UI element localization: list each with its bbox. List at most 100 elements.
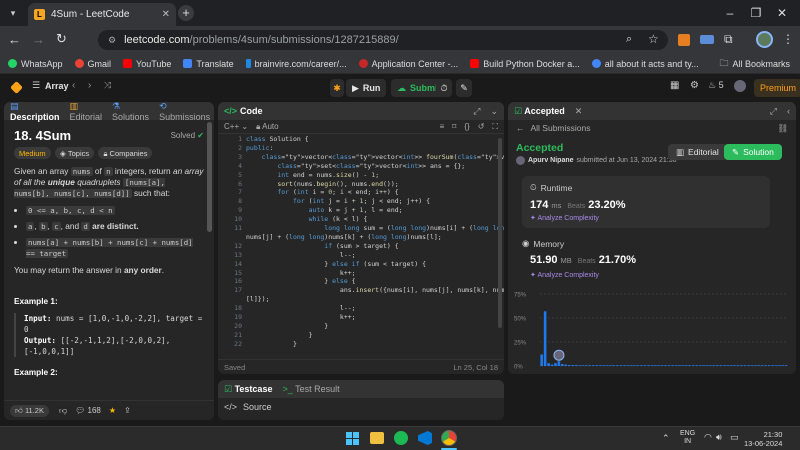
file-explorer-icon[interactable] [370, 432, 384, 444]
forward-icon[interactable]: → [32, 32, 45, 47]
distribution-bar[interactable] [623, 365, 626, 366]
link-icon[interactable]: ⛓ [777, 123, 788, 134]
dislike-icon[interactable]: 👎︎ [59, 406, 67, 416]
tab-description[interactable]: ▤ Description [10, 102, 60, 122]
chrome-icon[interactable] [441, 430, 457, 446]
distribution-bar[interactable] [719, 365, 723, 366]
format-icon[interactable]: ≡ [440, 122, 445, 131]
share-icon[interactable]: ⇪ [124, 406, 131, 415]
close-window-icon[interactable]: ✕ [774, 5, 790, 21]
distribution-bar[interactable] [722, 365, 726, 366]
distribution-bar[interactable] [781, 365, 785, 366]
maximize-icon[interactable]: ⤢ [770, 106, 777, 117]
collapse-icon[interactable]: ‹ [787, 106, 790, 116]
distribution-bar[interactable] [674, 365, 678, 366]
tab-accepted[interactable]: ☑ Accepted [514, 106, 565, 117]
bookmark-item[interactable]: Gmail [74, 59, 111, 69]
distribution-bar[interactable] [760, 365, 764, 366]
distribution-bar[interactable] [698, 365, 702, 366]
braces-icon[interactable]: {} [464, 122, 469, 131]
fullscreen-icon[interactable]: ⛶ [492, 122, 498, 132]
distribution-bar[interactable] [660, 365, 664, 366]
distribution-bar[interactable] [664, 365, 667, 366]
url-bar[interactable]: ⚙ leetcode.com/problems/4sum/submissions… [98, 30, 668, 50]
distribution-bar[interactable] [616, 365, 619, 366]
solution-button[interactable]: ✎ Solution [724, 144, 782, 160]
distribution-bar[interactable] [681, 365, 685, 366]
distribution-bar[interactable] [767, 365, 771, 366]
bookmark-star-icon[interactable]: ☆ [648, 32, 659, 46]
distribution-bar[interactable] [540, 354, 543, 366]
debug-icon[interactable]: ✱ [330, 79, 344, 97]
distribution-bar[interactable] [667, 365, 671, 366]
distribution-bar[interactable] [729, 365, 733, 366]
extensions-puzzle-icon[interactable]: ⧉ [724, 32, 733, 47]
analyze-complexity-link[interactable]: ✦ Analyze Complexity [530, 214, 762, 222]
bookmark-item[interactable]: Translate [183, 59, 234, 69]
source-row[interactable]: </> Source [218, 398, 504, 416]
distribution-bar[interactable] [602, 365, 605, 366]
distribution-bar[interactable] [743, 365, 747, 366]
memory-distribution-chart[interactable]: 75% 50% 25% 0% [512, 288, 792, 374]
bookmark-item[interactable]: Application Center -... [358, 59, 458, 69]
distribution-bar[interactable] [650, 365, 654, 366]
companies-tag[interactable]: 🔒︎ Companies [98, 147, 153, 159]
distribution-bar[interactable] [581, 365, 585, 366]
distribution-bar[interactable] [564, 364, 568, 366]
reload-icon[interactable]: ↻ [56, 31, 67, 47]
streak-counter[interactable]: ♨ 5 [708, 80, 724, 91]
browser-tab[interactable]: L 4Sum - LeetCode ✕ [28, 3, 176, 26]
code-editor[interactable]: 1 class Solution {2 public: 3 class="ty">ve… [218, 135, 504, 357]
distribution-bar[interactable] [629, 365, 633, 366]
distribution-bar[interactable] [595, 365, 599, 366]
tab-testcase[interactable]: ☑ Testcase [224, 384, 272, 395]
bookmark-item[interactable]: all about it acts and ty... [591, 59, 699, 69]
extension-icon[interactable] [700, 35, 714, 44]
favorite-star-icon[interactable]: ★ [109, 406, 116, 415]
tab-search-icon[interactable]: ▾ [6, 6, 20, 20]
battery-icon[interactable]: ▭ [730, 432, 739, 443]
distribution-bar[interactable] [609, 365, 612, 366]
extension-icon[interactable] [678, 34, 690, 46]
distribution-bar[interactable] [740, 365, 743, 366]
distribution-bar[interactable] [574, 365, 578, 366]
distribution-bar[interactable] [753, 365, 757, 366]
distribution-bar[interactable] [626, 365, 630, 366]
layout-icon[interactable]: ▦ [670, 80, 679, 91]
distribution-bar[interactable] [691, 365, 695, 366]
distribution-bar[interactable] [695, 365, 698, 366]
tab-solutions[interactable]: ⚗ Solutions [112, 102, 149, 122]
comments-count[interactable]: 💬︎ 168 [75, 406, 101, 415]
user-avatar[interactable] [734, 80, 746, 92]
distribution-bar[interactable] [750, 365, 754, 366]
distribution-bar[interactable] [554, 363, 557, 366]
spotify-icon[interactable] [394, 431, 408, 445]
vscode-icon[interactable] [418, 431, 432, 445]
distribution-bar[interactable] [636, 365, 640, 366]
distribution-bar[interactable] [612, 365, 616, 366]
wifi-icon[interactable]: ◠ [704, 432, 712, 443]
distribution-bar[interactable] [592, 365, 595, 366]
close-tab-icon[interactable]: ✕ [162, 9, 170, 20]
distribution-bar[interactable] [747, 365, 750, 366]
bookmark-item[interactable]: YouTube [123, 59, 171, 69]
distribution-bar[interactable] [633, 365, 636, 366]
distribution-bar[interactable] [678, 365, 681, 366]
distribution-bar[interactable] [716, 365, 719, 366]
next-problem-icon[interactable]: › [88, 80, 91, 91]
distribution-bar[interactable] [688, 365, 692, 366]
distribution-bar[interactable] [733, 365, 736, 366]
distribution-bar[interactable] [588, 365, 592, 366]
run-button[interactable]: ▶ Run [346, 79, 387, 97]
distribution-bar[interactable] [654, 365, 657, 366]
distribution-bar[interactable] [567, 365, 571, 366]
distribution-bar[interactable] [705, 365, 709, 366]
leetcode-logo-icon[interactable] [10, 81, 23, 94]
problem-list-icon[interactable]: ☰ [32, 80, 40, 91]
bookmark-item[interactable]: brainvire.com/career/... [245, 59, 347, 69]
distribution-bar[interactable] [726, 365, 729, 366]
distribution-bar[interactable] [712, 365, 716, 366]
distribution-bar[interactable] [709, 365, 712, 366]
chevron-up-icon[interactable]: ⌃ [662, 433, 670, 444]
bookmark-item[interactable]: Build Python Docker a... [470, 59, 580, 69]
